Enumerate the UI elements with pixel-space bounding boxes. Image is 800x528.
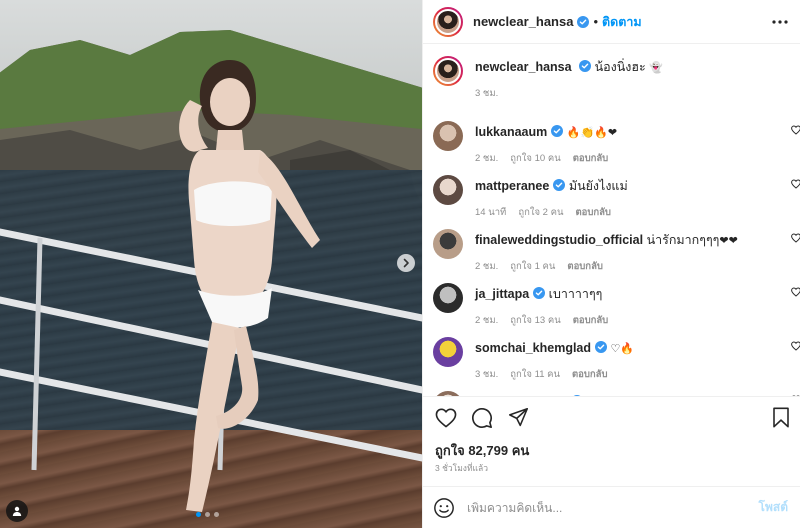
caption-username[interactable]: newclear_hansa xyxy=(475,60,572,74)
save-button[interactable] xyxy=(770,407,792,429)
chevron-right-icon xyxy=(403,258,409,268)
user-tags-button[interactable] xyxy=(6,500,28,522)
like-comment-icon[interactable] xyxy=(791,233,800,243)
comment-time: 3 ชม. xyxy=(475,369,499,380)
commenter-username[interactable]: somchai_khemglad xyxy=(475,341,591,355)
comment-input[interactable] xyxy=(467,500,759,515)
carousel-indicator xyxy=(196,512,219,517)
commenter-avatar[interactable] xyxy=(433,337,463,367)
emoji-picker-button[interactable] xyxy=(433,497,455,519)
commenter-username[interactable]: finaleweddingstudio_official xyxy=(475,233,643,247)
header-separator: • xyxy=(593,14,599,29)
comment-item: mattperanee มันยังไงแม่ 14 นาที ถูกใจ 2 คน… xyxy=(433,175,800,229)
comment-likes[interactable]: ถูกใจ 13 คน xyxy=(510,313,560,328)
comment-likes[interactable]: ถูกใจ 10 คน xyxy=(510,151,560,166)
post-details-panel: newclear_hansa • ติดตาม newclear_hansa น… xyxy=(422,0,800,528)
likes-count[interactable]: ถูกใจ 82,799 คน xyxy=(423,438,800,460)
comment-item: lukkanaaum 🔥👏🔥❤ 2 ชม. ถูกใจ 10 คน ตอบกลับ xyxy=(433,121,800,175)
like-comment-icon[interactable] xyxy=(791,287,800,297)
carousel-dot xyxy=(196,512,201,517)
reply-button[interactable]: ตอบกลับ xyxy=(573,313,609,328)
caption-emoji: 👻 xyxy=(649,61,663,74)
comment-emoji: ♡🔥 xyxy=(610,342,635,355)
comment-likes[interactable]: ถูกใจ 2 คน xyxy=(518,205,563,220)
photo-model xyxy=(179,60,320,512)
post-photo[interactable] xyxy=(0,0,422,528)
comment-likes[interactable]: ถูกใจ 1 คน xyxy=(510,259,555,274)
verified-badge-icon xyxy=(551,125,564,137)
post-header: newclear_hansa • ติดตาม xyxy=(423,0,800,44)
comment-text: มันยังไงแม่ xyxy=(568,179,628,193)
commenter-avatar[interactable] xyxy=(433,229,463,259)
comment-text: เบาาาาๆๆ xyxy=(548,287,603,301)
comments-list[interactable]: newclear_hansa น้องนิ่งฮะ 👻 3 ชม. lukkan… xyxy=(423,44,800,396)
comment-text: Ohoooo xyxy=(587,395,631,396)
commenter-username[interactable]: lukkanaaum xyxy=(475,125,547,139)
caption-text: น้องนิ่งฮะ xyxy=(594,60,646,74)
author-avatar[interactable] xyxy=(433,6,463,37)
reply-button[interactable]: ตอบกลับ xyxy=(573,151,609,166)
author-avatar[interactable] xyxy=(433,56,463,86)
reply-button[interactable]: ตอบกลับ xyxy=(572,367,608,382)
verified-badge-icon xyxy=(595,341,608,353)
commenter-avatar[interactable] xyxy=(433,121,463,151)
comment-emoji: 🔥👏🔥❤ xyxy=(566,126,618,139)
comment-text: น่ารักมากๆๆๆ xyxy=(646,233,720,247)
more-options-button[interactable] xyxy=(772,19,788,24)
share-icon xyxy=(508,407,528,427)
heart-icon xyxy=(435,408,457,427)
comment-time: 2 ชม. xyxy=(475,261,499,272)
commenter-username[interactable]: mutmeepimdao xyxy=(475,395,567,396)
verified-badge-icon xyxy=(574,395,581,396)
comment-item: ja_jittapa เบาาาาๆๆ 2 ชม. ถูกใจ 13 คน ตอบกล… xyxy=(433,283,800,337)
instagram-post: newclear_hansa • ติดตาม newclear_hansa น… xyxy=(0,0,800,528)
reply-button[interactable]: ตอบกลับ xyxy=(567,259,603,274)
post-timestamp: 3 ชั่วโมงที่แล้ว xyxy=(435,463,489,473)
commenter-avatar[interactable] xyxy=(433,283,463,313)
carousel-dot xyxy=(214,512,219,517)
add-comment-bar: โพสต์ xyxy=(423,486,800,528)
comment-likes[interactable]: ถูกใจ 11 คน xyxy=(510,367,560,382)
follow-button[interactable]: ติดตาม xyxy=(602,12,642,32)
share-button[interactable] xyxy=(507,407,529,429)
comment-item: finaleweddingstudio_official น่ารักมากๆๆ… xyxy=(433,229,800,283)
bookmark-icon xyxy=(773,407,789,428)
like-button[interactable] xyxy=(435,407,457,429)
comment-item: mutmeepimdao Ohoooo🔥 xyxy=(433,391,800,396)
reply-button[interactable]: ตอบกลับ xyxy=(575,205,611,220)
author-username[interactable]: newclear_hansa xyxy=(473,14,573,29)
commenter-avatar[interactable] xyxy=(433,175,463,205)
verified-badge-icon xyxy=(579,60,592,72)
comment-item: somchai_khemglad ♡🔥 3 ชม. ถูกใจ 11 คน ตอบกล… xyxy=(433,337,800,391)
commenter-username[interactable]: ja_jittapa xyxy=(475,287,529,301)
commenter-avatar[interactable] xyxy=(433,391,463,396)
like-comment-icon[interactable] xyxy=(791,395,800,396)
comment-time: 2 ชม. xyxy=(475,315,499,326)
like-comment-icon[interactable] xyxy=(791,179,800,189)
verified-badge-icon xyxy=(533,287,546,299)
emoji-icon xyxy=(434,497,454,518)
comment-icon xyxy=(472,407,492,428)
comment-rows: lukkanaaum 🔥👏🔥❤ 2 ชม. ถูกใจ 10 คน ตอบกลับ ma… xyxy=(433,121,800,396)
user-tag-icon xyxy=(12,506,22,516)
like-comment-icon[interactable] xyxy=(791,341,800,351)
comment-time: 2 ชม. xyxy=(475,153,499,164)
like-comment-icon[interactable] xyxy=(791,125,800,135)
comment-button[interactable] xyxy=(471,407,493,429)
carousel-dot xyxy=(205,512,210,517)
verified-badge-icon xyxy=(553,179,566,191)
post-comment-button[interactable]: โพสต์ xyxy=(759,498,788,517)
caption-time: 3 ชม. xyxy=(475,88,499,99)
more-options-icon xyxy=(772,19,788,24)
verified-badge-icon xyxy=(577,15,590,28)
commenter-username[interactable]: mattperanee xyxy=(475,179,549,193)
comment-time: 14 นาที xyxy=(475,207,507,218)
post-caption: newclear_hansa น้องนิ่งฮะ 👻 3 ชม. xyxy=(433,56,788,101)
comment-emoji: ❤❤ xyxy=(719,234,738,247)
action-bar xyxy=(423,396,800,438)
next-image-button[interactable] xyxy=(397,254,415,272)
